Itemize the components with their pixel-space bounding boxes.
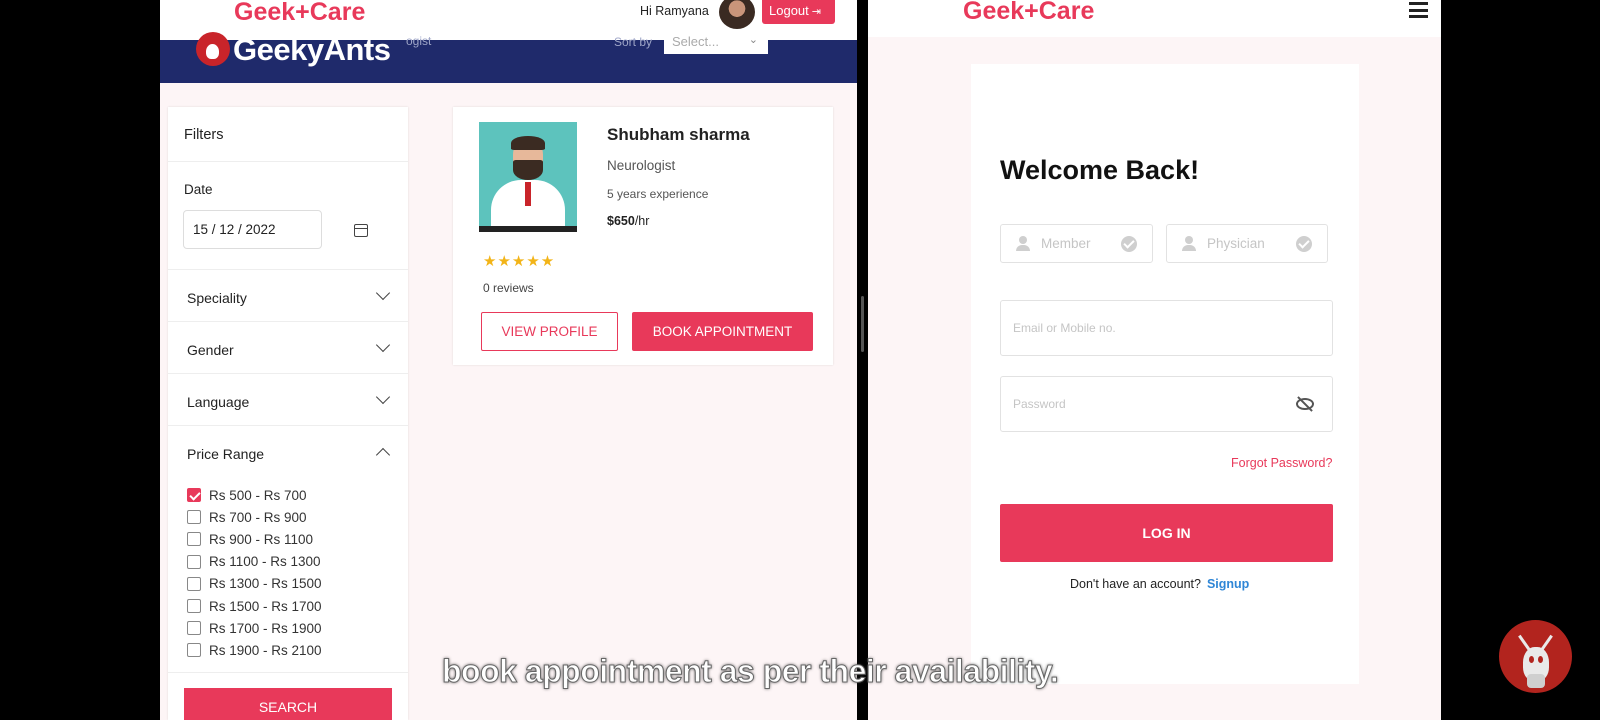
doctor-card: Shubham sharma Neurologist 5 years exper…: [453, 107, 833, 365]
ant-logo-icon: [1499, 620, 1572, 693]
date-label: Date: [184, 182, 213, 197]
signup-row: Don't have an account? Signup: [1070, 577, 1249, 591]
price-option-label: Rs 500 - Rs 700: [209, 487, 307, 503]
left-app-pane: Geek+Care Hi Ramyana Logout ⇥ GeekyAnts o…: [160, 0, 857, 720]
price-option[interactable]: Rs 1100 - Rs 1300: [187, 551, 322, 573]
filter-language-label: Language: [187, 394, 250, 410]
chevron-down-icon: [375, 285, 391, 301]
price-option-label: Rs 1700 - Rs 1900: [209, 620, 322, 636]
price-option[interactable]: Rs 1300 - Rs 1500: [187, 573, 322, 595]
doctor-fee: $650/hr: [607, 214, 649, 228]
price-option-label: Rs 1100 - Rs 1300: [209, 554, 321, 570]
user-icon: [1182, 236, 1196, 251]
checkbox[interactable]: [187, 643, 201, 658]
user-greeting: Hi Ramyana: [640, 4, 709, 18]
email-field[interactable]: Email or Mobile no.: [1000, 300, 1333, 356]
price-option-label: Rs 1300 - Rs 1500: [209, 576, 322, 592]
view-profile-button[interactable]: VIEW PROFILE: [481, 312, 618, 351]
fee-amount: $650: [607, 214, 635, 228]
filters-title: Filters: [168, 107, 408, 162]
fee-unit: /hr: [634, 214, 650, 228]
filter-speciality[interactable]: Speciality: [168, 269, 408, 321]
top-header: Geek+Care: [868, 0, 1441, 37]
checkbox[interactable]: [187, 510, 201, 525]
video-caption: book appointment as per their availabili…: [441, 653, 1059, 690]
logout-icon: ⇥: [811, 6, 821, 18]
login-card: Welcome Back! Member Physician Email or …: [971, 64, 1359, 684]
no-account-text: Don't have an account?: [1070, 577, 1201, 591]
price-option[interactable]: Rs 1700 - Rs 1900: [187, 617, 322, 639]
role-member-label: Member: [1041, 236, 1091, 251]
sort-select[interactable]: Select... ⌄: [664, 32, 768, 54]
avatar[interactable]: [719, 0, 755, 29]
price-option-label: Rs 1500 - Rs 1700: [209, 598, 322, 614]
divider: [168, 672, 408, 673]
forgot-password-link[interactable]: Forgot Password?: [1231, 456, 1332, 470]
star-rating: ★★★★★: [483, 253, 556, 270]
split-divider: [857, 0, 868, 720]
faded-breadcrumb: ogist: [406, 34, 432, 48]
nav-band: GeekyAnts ogist Sort by Select... ⌄: [160, 32, 857, 83]
geekyants-logo-icon: [196, 32, 230, 66]
chevron-up-icon: [375, 447, 391, 463]
screen: Geek+Care Hi Ramyana Logout ⇥ GeekyAnts o…: [0, 0, 1600, 720]
filter-gender-label: Gender: [187, 342, 234, 358]
role-member-option[interactable]: Member: [1000, 224, 1153, 263]
geekyants-logo-text: GeekyAnts: [233, 32, 391, 67]
price-option-label: Rs 700 - Rs 900: [209, 509, 307, 525]
eye-off-icon[interactable]: [1296, 398, 1314, 410]
role-physician-label: Physician: [1207, 236, 1265, 251]
brand-logo[interactable]: Geek+Care: [963, 0, 1094, 26]
doctor-name: Shubham sharma: [607, 125, 750, 144]
check-circle-icon: [1296, 236, 1312, 252]
price-option[interactable]: Rs 700 - Rs 900: [187, 506, 322, 528]
filter-gender[interactable]: Gender: [168, 321, 408, 373]
chevron-down-icon: ⌄: [748, 34, 758, 46]
checkbox[interactable]: [187, 621, 201, 636]
price-option-label: Rs 900 - Rs 1100: [209, 531, 314, 547]
checkbox[interactable]: [187, 599, 201, 614]
date-input[interactable]: 15 / 12 / 2022: [183, 210, 322, 249]
split-drag-handle[interactable]: [861, 296, 864, 352]
check-circle-icon: [1121, 236, 1137, 252]
logout-label: Logout: [769, 3, 809, 18]
price-range-list: Rs 500 - Rs 700 Rs 700 - Rs 900 Rs 900 -…: [187, 484, 322, 662]
chevron-down-icon: [375, 389, 391, 405]
doctor-speciality: Neurologist: [607, 158, 676, 173]
price-option[interactable]: Rs 1500 - Rs 1700: [187, 595, 322, 617]
filter-language[interactable]: Language: [168, 373, 408, 425]
doctor-photo: [479, 122, 577, 232]
filter-price-range[interactable]: Price Range: [168, 425, 408, 477]
brand-logo[interactable]: Geek+Care: [234, 0, 365, 27]
user-icon: [1016, 236, 1030, 251]
doctor-experience: 5 years experience: [607, 187, 709, 201]
login-button[interactable]: LOG IN: [1000, 504, 1333, 562]
checkbox[interactable]: [187, 488, 201, 503]
price-option[interactable]: Rs 1900 - Rs 2100: [187, 639, 322, 661]
page-title: Welcome Back!: [1000, 155, 1200, 185]
checkbox[interactable]: [187, 554, 201, 569]
price-option-label: Rs 1900 - Rs 2100: [209, 642, 322, 658]
checkbox[interactable]: [187, 576, 201, 591]
sort-select-value: Select...: [672, 34, 719, 49]
search-button[interactable]: SEARCH: [184, 688, 392, 720]
price-option[interactable]: Rs 900 - Rs 1100: [187, 528, 322, 550]
signup-link[interactable]: Signup: [1207, 577, 1249, 591]
role-physician-option[interactable]: Physician: [1166, 224, 1328, 263]
chevron-down-icon: [375, 337, 391, 353]
filter-speciality-label: Speciality: [187, 290, 247, 306]
sort-label: Sort by: [614, 35, 653, 49]
password-placeholder: Password: [1013, 397, 1066, 411]
checkbox[interactable]: [187, 532, 201, 547]
right-app-pane: Geek+Care Welcome Back! Member Physician…: [868, 0, 1441, 720]
hamburger-menu-icon[interactable]: [1409, 2, 1428, 18]
filter-price-range-label: Price Range: [187, 446, 265, 462]
calendar-icon[interactable]: [354, 224, 368, 237]
book-appointment-button[interactable]: BOOK APPOINTMENT: [632, 312, 813, 351]
logout-button[interactable]: Logout ⇥: [762, 0, 835, 24]
password-field[interactable]: Password: [1000, 376, 1333, 432]
price-option[interactable]: Rs 500 - Rs 700: [187, 484, 322, 506]
review-count: 0 reviews: [483, 281, 534, 295]
filters-panel: Filters Date 15 / 12 / 2022 Speciality G…: [168, 107, 408, 720]
